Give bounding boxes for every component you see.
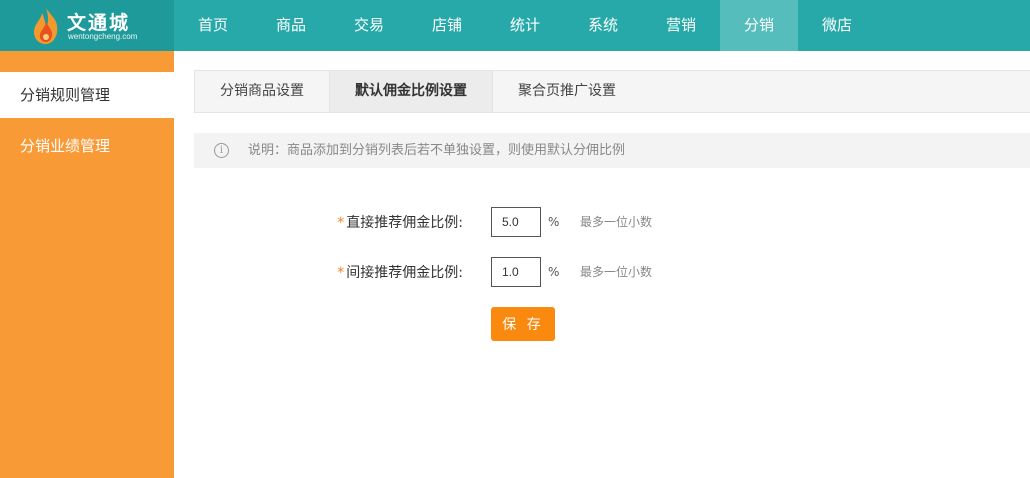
indirect-commission-unit: % xyxy=(548,265,560,279)
nav-item-system[interactable]: 系统 xyxy=(564,0,642,51)
nav-item-trades[interactable]: 交易 xyxy=(330,0,408,51)
brand-logo[interactable]: 文通城 wentongcheng.com xyxy=(0,0,174,51)
sidebar-item-distribution-rules[interactable]: 分销规则管理 xyxy=(0,72,174,118)
direct-commission-row: *直接推荐佣金比例: % 最多一位小数 xyxy=(194,207,1030,239)
indirect-commission-row: *间接推荐佣金比例: % 最多一位小数 xyxy=(194,257,1030,289)
nav-item-distribution[interactable]: 分销 xyxy=(720,0,798,51)
brand-subtitle: wentongcheng.com xyxy=(68,32,138,41)
indirect-commission-hint: 最多一位小数 xyxy=(580,265,653,279)
nav-item-products[interactable]: 商品 xyxy=(252,0,330,51)
info-icon: i xyxy=(214,143,229,158)
flame-logo-icon xyxy=(34,8,58,44)
nav-item-microstore[interactable]: 微店 xyxy=(798,0,876,51)
sidebar: 分销规则管理 分销业绩管理 xyxy=(0,51,174,478)
indirect-commission-label-text: 间接推荐佣金比例: xyxy=(346,265,463,281)
tab-default-commission[interactable]: 默认佣金比例设置 xyxy=(330,71,493,112)
top-navigation-bar: 文通城 wentongcheng.com 首页 商品 交易 店铺 统计 系统 营… xyxy=(0,0,1030,51)
notice-bar: i 说明：商品添加到分销列表后若不单独设置，则使用默认分佣比例 xyxy=(194,133,1030,168)
brand-title: 文通城 xyxy=(67,12,131,34)
required-mark: * xyxy=(337,265,345,281)
indirect-commission-label: * 间接推荐佣金比例: xyxy=(337,257,463,289)
notice-text: 说明：商品添加到分销列表后若不单独设置，则使用默认分佣比例 xyxy=(248,143,626,158)
direct-commission-unit: % xyxy=(548,215,560,229)
nav-item-marketing[interactable]: 营销 xyxy=(642,0,720,51)
direct-commission-hint: 最多一位小数 xyxy=(580,215,653,229)
tab-aggregate-page-promotion[interactable]: 聚合页推广设置 xyxy=(493,71,641,112)
tab-distribution-products[interactable]: 分销商品设置 xyxy=(195,71,330,112)
sidebar-item-distribution-performance[interactable]: 分销业绩管理 xyxy=(0,123,174,169)
nav-item-home[interactable]: 首页 xyxy=(174,0,252,51)
direct-commission-label-text: 直接推荐佣金比例: xyxy=(346,215,463,231)
direct-commission-label: * 直接推荐佣金比例: xyxy=(337,207,463,239)
settings-tabs: 分销商品设置 默认佣金比例设置 聚合页推广设置 xyxy=(194,70,1030,113)
direct-commission-input[interactable] xyxy=(491,207,541,237)
nav-item-statistics[interactable]: 统计 xyxy=(486,0,564,51)
save-button[interactable]: 保 存 xyxy=(491,307,555,341)
required-mark: * xyxy=(337,215,345,231)
main-nav: 首页 商品 交易 店铺 统计 系统 营销 分销 微店 xyxy=(174,0,876,51)
indirect-commission-input[interactable] xyxy=(491,257,541,287)
nav-item-stores[interactable]: 店铺 xyxy=(408,0,486,51)
